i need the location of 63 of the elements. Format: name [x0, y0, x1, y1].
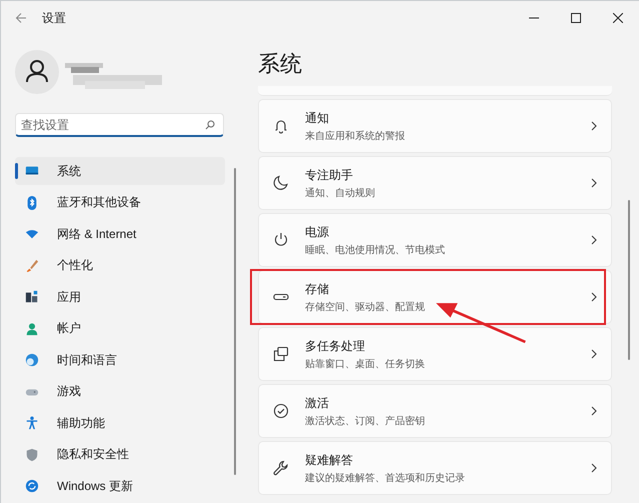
- page-title: 系统: [258, 50, 303, 78]
- setting-card[interactable]: 专注助手 通知、自动规则: [258, 156, 612, 210]
- card-subtitle: 来自应用和系统的警报: [305, 130, 406, 142]
- chevron-icon: [591, 121, 597, 131]
- shield-icon: [25, 448, 39, 462]
- nav-item[interactable]: 个性化: [15, 252, 225, 280]
- avatar-icon[interactable]: [15, 50, 59, 94]
- card-subtitle: 激活状态、订阅、产品密钥: [305, 414, 426, 428]
- chevron-icon: [591, 463, 597, 473]
- brush-icon: [25, 258, 39, 272]
- power-icon: [273, 232, 289, 248]
- card-title: 专注助手: [305, 166, 354, 184]
- chevron-icon: [591, 178, 597, 188]
- setting-card[interactable]: 电源 睡眠、电池使用情况、节电模式: [258, 213, 612, 267]
- card-subtitle: 存储空间、驱动器、配置规: [305, 300, 426, 314]
- chevron-icon: [591, 406, 597, 416]
- scrollbar[interactable]: [234, 168, 236, 475]
- bell-icon: [273, 118, 289, 134]
- nav-item[interactable]: 隐私和安全性: [15, 440, 225, 468]
- setting-card[interactable]: 疑难解答 建议的疑难解答、首选项和历史记录: [258, 441, 612, 495]
- window-title: 设置: [42, 10, 66, 26]
- nav-item[interactable]: 网络 & Internet: [15, 220, 225, 248]
- scrollbar[interactable]: [628, 200, 630, 360]
- nav-item[interactable]: 辅助功能: [15, 409, 225, 437]
- card-title: 激活: [305, 394, 330, 412]
- apps-icon: [25, 290, 39, 304]
- selection-indicator: [15, 163, 18, 179]
- nav-item[interactable]: 帐户: [15, 314, 225, 342]
- search-icon: [205, 120, 215, 130]
- back-icon[interactable]: [15, 12, 27, 24]
- card-title: 存储: [305, 280, 330, 298]
- setting-card[interactable]: 通知 来自应用和系统的警报: [258, 99, 612, 153]
- wrench-icon: [273, 460, 289, 476]
- person-icon: [25, 322, 39, 336]
- setting-card[interactable]: 激活 激活状态、订阅、产品密钥: [258, 384, 612, 438]
- check-circle-icon: [273, 403, 289, 419]
- accessibility-icon: [25, 416, 39, 430]
- nav-item[interactable]: Windows 更新: [15, 472, 225, 500]
- card-title: 多任务处理: [305, 338, 366, 354]
- setting-card[interactable]: 多任务处理 贴靠窗口、桌面、任务切换: [258, 327, 612, 381]
- bluetooth-icon: [25, 196, 39, 210]
- card-title: 疑难解答: [305, 452, 354, 468]
- card-subtitle: 建议的疑难解答、首选项和历史记录: [305, 472, 466, 484]
- moon-icon: [273, 175, 289, 191]
- nav-item[interactable]: 应用: [15, 283, 225, 311]
- card-subtitle: 睡眠、电池使用情况、节电模式: [305, 244, 446, 256]
- card-subtitle: 贴靠窗口、桌面、任务切换: [305, 358, 426, 370]
- setting-card[interactable]: 存储 存储空间、驱动器、配置规: [258, 270, 612, 324]
- clock-icon: [25, 353, 39, 367]
- nav-item[interactable]: 蓝牙和其他设备: [15, 188, 225, 216]
- chevron-icon: [591, 235, 597, 245]
- update-icon: [25, 479, 39, 493]
- card-subtitle: 通知、自动规则: [305, 186, 376, 200]
- card-title: 通知: [305, 110, 330, 126]
- chevron-icon: [591, 349, 597, 359]
- search-field[interactable]: 查找设置: [15, 113, 224, 137]
- nav-item[interactable]: 系统: [15, 157, 225, 185]
- chevron-icon: [591, 292, 597, 302]
- nav-item[interactable]: 游戏: [15, 378, 225, 406]
- windows-icon: [273, 346, 289, 362]
- nav-item[interactable]: 时间和语言: [15, 346, 225, 374]
- wifi-icon: [25, 227, 39, 241]
- card-title: 电源: [305, 224, 330, 240]
